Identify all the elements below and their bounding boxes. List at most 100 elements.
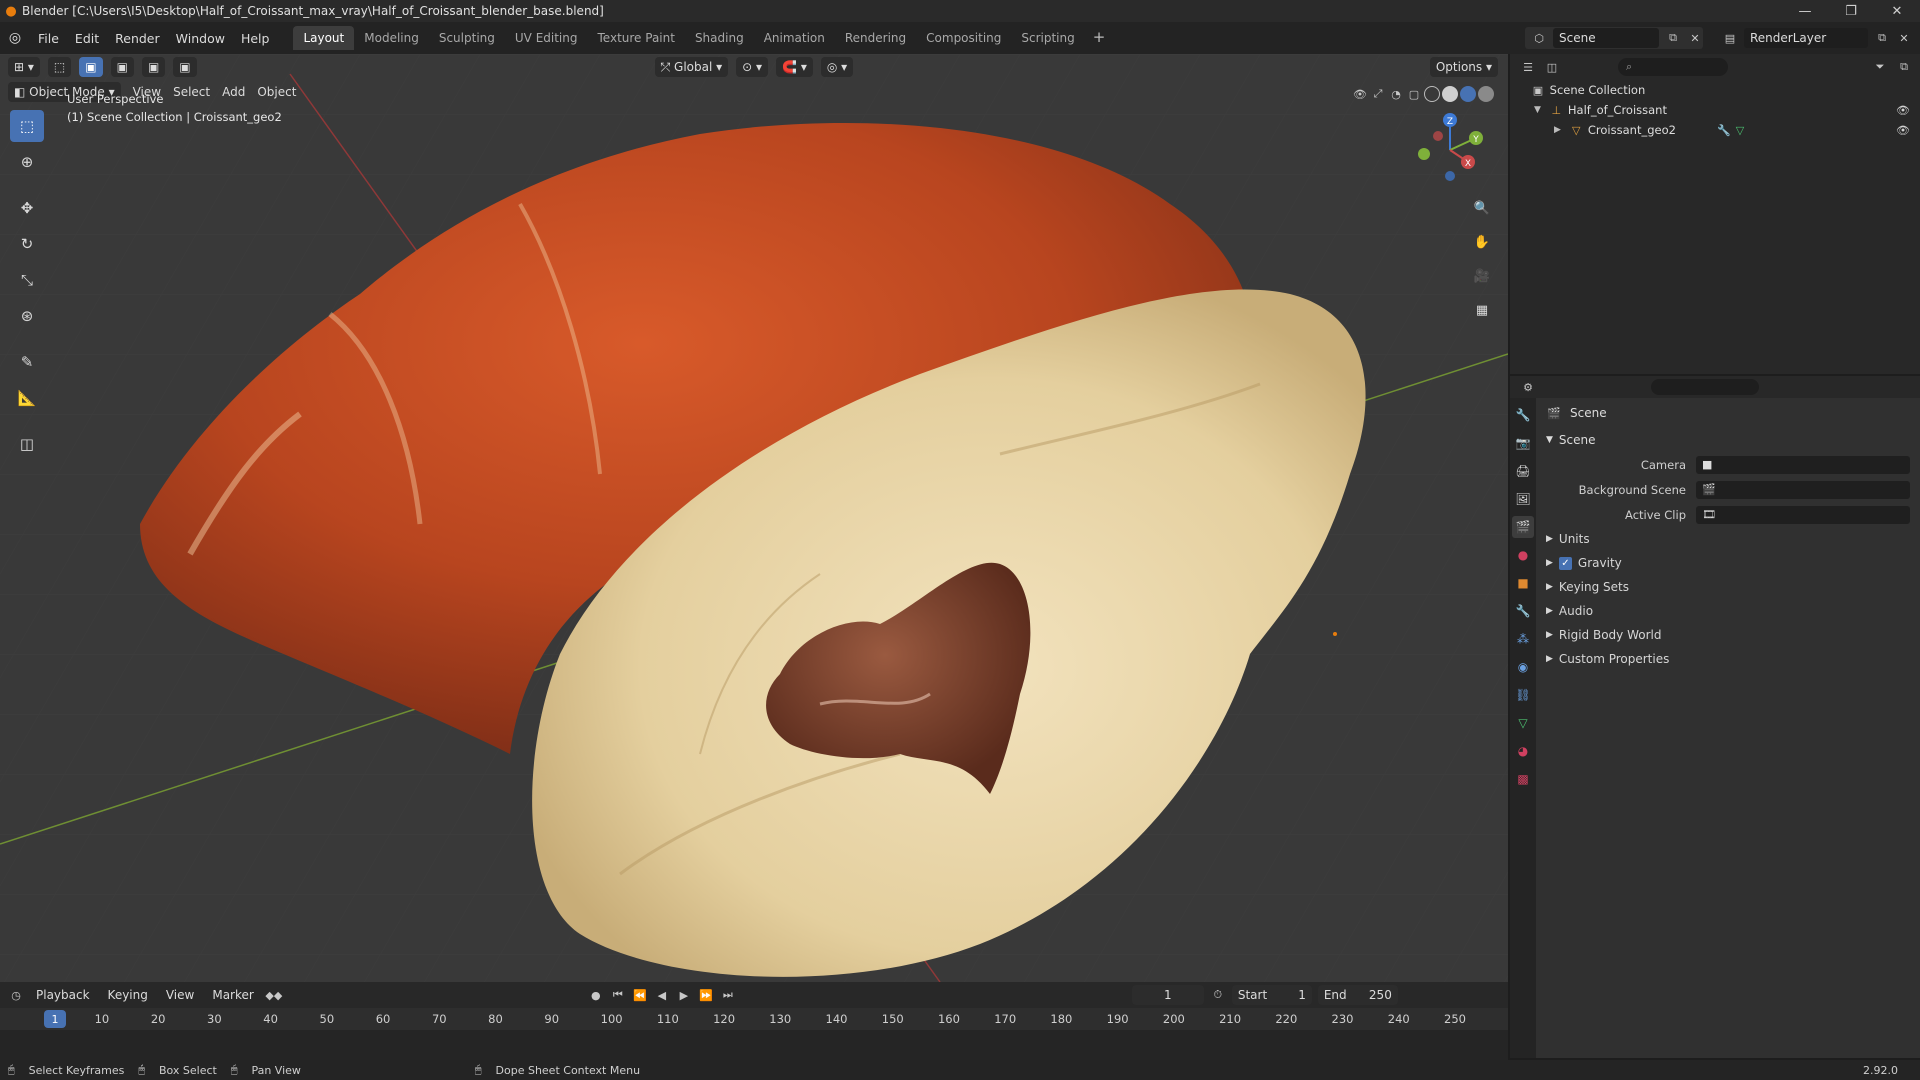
add-cube-icon[interactable]: ◫ [10,428,44,460]
scene-tab-icon[interactable]: 🎬 [1512,516,1534,538]
tab-shading[interactable]: Shading [685,26,754,50]
scene-name-field[interactable]: Scene [1553,28,1659,48]
material-preview-icon[interactable] [1460,86,1476,102]
data-tab-icon[interactable]: ▽ [1512,712,1534,734]
visibility-eye-icon[interactable]: 👁 [1896,124,1910,137]
active-clip-field[interactable]: 🎞 [1696,505,1910,524]
expand-down-icon[interactable]: ▼ [1534,105,1541,115]
next-key-icon[interactable]: ⏩ [698,987,714,1003]
properties-search-input[interactable] [1651,379,1759,395]
menu-file[interactable]: File [30,31,67,46]
menu-help[interactable]: Help [233,31,278,46]
gizmo-toggle-icon[interactable]: ⤢ [1370,86,1386,102]
options-dropdown[interactable]: Options ▾ [1429,57,1498,77]
visibility-eye-icon[interactable]: 👁 [1896,104,1910,117]
zoom-icon[interactable]: 🔍 [1468,194,1496,222]
delete-scene-icon[interactable]: ✕ [1687,30,1703,46]
output-tab-icon[interactable]: 🖨 [1512,460,1534,482]
menu-keying[interactable]: Keying [102,988,154,1002]
select-subtract-mode-icon[interactable]: ▣ [141,57,166,77]
constraints-tab-icon[interactable]: ⛓ [1512,684,1534,706]
view-layer-selector[interactable]: ▤ RenderLayer ⧉ ✕ [1722,27,1912,49]
tab-texture-paint[interactable]: Texture Paint [588,26,685,50]
subpanel-custom-properties[interactable]: ▶ Custom Properties [1536,647,1920,671]
scene-selector[interactable]: ⬡ Scene ⧉ ✕ [1525,27,1703,49]
subpanel-keying-sets[interactable]: ▶ Keying Sets [1536,575,1920,599]
material-tab-icon[interactable]: ◕ [1512,740,1534,762]
record-icon[interactable]: ● [588,987,604,1003]
tab-sculpting[interactable]: Sculpting [429,26,505,50]
timeline-editor-icon[interactable]: ◷ [8,987,24,1003]
new-scene-icon[interactable]: ⧉ [1665,30,1681,46]
rendered-shading-icon[interactable] [1478,86,1494,102]
close-icon[interactable]: ✕ [1874,0,1920,22]
keyframe-nav-icon[interactable]: ◆◆ [265,987,282,1003]
transform-icon[interactable]: ⊛ [10,300,44,332]
display-mode-icon[interactable]: ◫ [1544,59,1560,75]
restore-icon[interactable]: ❐ [1828,0,1874,22]
new-collection-icon[interactable]: ⧉ [1896,59,1912,75]
measure-icon[interactable]: 📐 [10,382,44,414]
timeline-ruler[interactable]: 1102030405060708090100110120130140150160… [0,1008,1508,1030]
start-frame-field[interactable]: Start 1 [1231,985,1312,1005]
render-tab-icon[interactable]: 📷 [1512,432,1534,454]
background-scene-field[interactable]: 🎬 [1696,480,1910,499]
modifier-wrench-icon[interactable]: 🔧 [1716,122,1732,138]
outliner-editor-icon[interactable]: ☰ [1520,59,1536,75]
snap-icon[interactable]: 🧲 ▾ [776,57,813,77]
ortho-toggle-icon[interactable]: ▦ [1468,296,1496,324]
scale-icon[interactable]: ⤡ [10,264,44,296]
transform-orientation-dropdown[interactable]: ⤱ Global ▾ [654,57,729,77]
select-box-mode-icon[interactable]: ▣ [79,57,103,77]
add-workspace-button[interactable]: + [1085,26,1114,50]
select-tool-icon[interactable]: ⬚ [47,57,72,77]
select-extend-mode-icon[interactable]: ▣ [110,57,134,77]
wireframe-shading-icon[interactable] [1424,86,1440,102]
xray-toggle-icon[interactable]: ▢ [1406,86,1422,102]
tool-tab-icon[interactable]: 🔧 [1512,404,1534,426]
proportional-edit-icon[interactable]: ◎ ▾ [820,57,854,77]
editor-type-button[interactable]: ⊞ ▾ [8,57,40,77]
gravity-checkbox[interactable]: ✓ [1558,556,1572,570]
jump-start-icon[interactable]: ⏮ [610,987,626,1003]
pan-hand-icon[interactable]: ✋ [1468,228,1496,256]
play-icon[interactable]: ▶ [676,987,692,1003]
mesh-data-icon[interactable]: ▽ [1732,122,1748,138]
menu-marker[interactable]: Marker [206,988,259,1002]
play-reverse-icon[interactable]: ◀ [654,987,670,1003]
prev-key-icon[interactable]: ⏪ [632,987,648,1003]
subpanel-units[interactable]: ▶ Units [1536,527,1920,551]
annotate-icon[interactable]: ✎ [10,346,44,378]
menu-playback[interactable]: Playback [30,988,96,1002]
cursor-icon[interactable]: ⊕ [10,146,44,178]
pivot-point-icon[interactable]: ⊙ ▾ [736,57,769,77]
subpanel-gravity[interactable]: ▶ ✓ Gravity [1536,551,1920,575]
outliner-row-collection[interactable]: ▼ ⊥ Half_of_Croissant 👁 [1510,100,1920,120]
tab-rendering[interactable]: Rendering [835,26,916,50]
move-icon[interactable]: ✥ [10,192,44,224]
current-frame-field[interactable]: 1 [1131,985,1204,1005]
new-view-layer-icon[interactable]: ⧉ [1874,30,1890,46]
menu-window[interactable]: Window [168,31,233,46]
view-layer-tab-icon[interactable]: 🖼 [1512,488,1534,510]
tab-compositing[interactable]: Compositing [916,26,1011,50]
tab-animation[interactable]: Animation [754,26,835,50]
solid-shading-icon[interactable] [1442,86,1458,102]
jump-end-icon[interactable]: ⏭ [720,987,736,1003]
tab-layout[interactable]: Layout [293,26,355,50]
outliner-row-object[interactable]: ▶ ▽ Croissant_geo2 🔧 ▽ 👁 [1510,120,1920,140]
properties-editor-icon[interactable]: ⚙ [1520,379,1536,395]
menu-render[interactable]: Render [107,31,168,46]
visibility-icon[interactable]: 👁 [1352,86,1368,102]
subpanel-rigid-body[interactable]: ▶ Rigid Body World [1536,623,1920,647]
overlay-toggle-icon[interactable]: ◔ [1388,86,1404,102]
modifier-tab-icon[interactable]: 🔧 [1512,600,1534,622]
delete-view-layer-icon[interactable]: ✕ [1896,30,1912,46]
preview-range-icon[interactable]: ⏱ [1210,987,1226,1003]
scene-panel-header[interactable]: ▼ Scene [1536,428,1920,452]
outliner-row-scene-collection[interactable]: ▣ Scene Collection [1510,80,1920,100]
camera-view-icon[interactable]: 🎥 [1468,262,1496,290]
outliner-search-input[interactable]: ⌕ [1618,58,1728,76]
particles-tab-icon[interactable]: ⁂ [1512,628,1534,650]
tab-modeling[interactable]: Modeling [354,26,429,50]
